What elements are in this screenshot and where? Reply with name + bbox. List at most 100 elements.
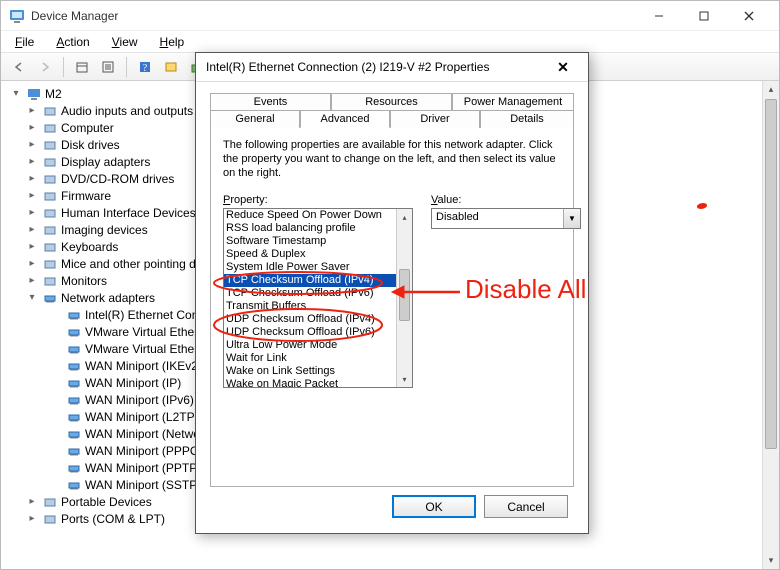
property-option[interactable]: Reduce Speed On Power Down [224,209,396,222]
chevron-down-icon[interactable]: ▾ [9,88,23,99]
properties-button[interactable] [96,55,120,79]
dm-titlebar[interactable]: Device Manager [1,1,779,31]
property-option[interactable]: TCP Checksum Offload (IPv6) [224,287,396,300]
tab-general[interactable]: General [210,110,300,128]
tabs: Events Resources Power Management Genera… [210,92,574,487]
chevron-right-icon[interactable]: ▸ [25,173,39,184]
tree-device-label: WAN Miniport (L2TP) [85,410,199,424]
property-option[interactable]: UDP Checksum Offload (IPv4) [224,313,396,326]
tree-category-label: Imaging devices [61,223,148,237]
network-adapter-icon [66,341,82,357]
maximize-button[interactable] [681,1,726,30]
back-button[interactable] [7,55,31,79]
network-adapter-icon [66,392,82,408]
tree-device-label: WAN Miniport (SSTP) [85,478,201,492]
chevron-right-icon[interactable]: ▸ [25,258,39,269]
chevron-right-icon[interactable]: ▸ [25,139,39,150]
menu-help[interactable]: Help [156,33,189,51]
value-combobox[interactable]: Disabled ▼ [431,208,581,229]
tree-device-label: WAN Miniport (IP) [85,376,181,390]
chevron-right-icon[interactable]: ▸ [25,122,39,133]
property-option[interactable]: Wake on Magic Packet [224,378,396,388]
category-icon [42,188,58,204]
network-adapter-icon [66,426,82,442]
tree-category-label: Display adapters [61,155,150,169]
chevron-right-icon[interactable]: ▸ [25,156,39,167]
property-option[interactable]: Ultra Low Power Mode [224,339,396,352]
category-icon [42,120,58,136]
show-hidden-button[interactable] [70,55,94,79]
network-icon [42,290,58,306]
chevron-right-icon[interactable]: ▸ [25,513,39,524]
scroll-thumb[interactable] [399,269,410,321]
help-button[interactable]: ? [133,55,157,79]
tree-device-label: WAN Miniport (IPv6) [85,393,194,407]
tab-events[interactable]: Events [210,93,331,110]
tab-resources[interactable]: Resources [331,93,452,110]
network-adapter-icon [66,375,82,391]
dialog-titlebar[interactable]: Intel(R) Ethernet Connection (2) I219-V … [196,53,588,82]
dialog-close-button[interactable]: ✕ [548,53,578,81]
tree-scrollbar[interactable]: ▴ ▾ [762,81,779,569]
value-selected: Disabled [432,209,563,228]
category-icon [42,494,58,510]
menu-file[interactable]: File [11,33,38,51]
scan-button[interactable] [159,55,183,79]
property-option[interactable]: Wait for Link [224,352,396,365]
tree-category-label: Audio inputs and outputs [61,104,193,118]
tree-category-label: Disk drives [61,138,120,152]
scroll-down-icon[interactable]: ▾ [763,552,779,569]
property-option[interactable]: Transmit Buffers [224,300,396,313]
minimize-button[interactable] [636,1,681,30]
ok-button[interactable]: OK [392,495,476,518]
chevron-right-icon[interactable]: ▸ [25,207,39,218]
menu-action[interactable]: Action [52,33,93,51]
cancel-button[interactable]: Cancel [484,495,568,518]
chevron-right-icon[interactable]: ▸ [25,496,39,507]
dropdown-button[interactable]: ▼ [563,209,580,228]
scroll-up-icon[interactable]: ▴ [763,81,779,98]
chevron-right-icon[interactable]: ▸ [25,275,39,286]
property-option[interactable]: UDP Checksum Offload (IPv6) [224,326,396,339]
chevron-right-icon[interactable]: ▸ [25,241,39,252]
scroll-up-icon[interactable]: ▴ [397,209,412,225]
category-icon [42,273,58,289]
property-listbox[interactable]: Reduce Speed On Power DownRSS load balan… [223,208,413,388]
tree-device-label: WAN Miniport (PPTP) [85,461,201,475]
value-label: Value: [431,194,581,206]
computer-icon [26,86,42,102]
network-adapter-icon [66,358,82,374]
chevron-right-icon[interactable]: ▸ [25,190,39,201]
tree-category-label: Computer [61,121,114,135]
property-option[interactable]: Speed & Duplex [224,248,396,261]
chevron-down-icon[interactable]: ▾ [25,292,39,303]
property-option[interactable]: Software Timestamp [224,235,396,248]
tree-category-label: DVD/CD-ROM drives [61,172,174,186]
tab-driver[interactable]: Driver [390,110,480,128]
property-option[interactable]: System Idle Power Saver [224,261,396,274]
property-option[interactable]: Wake on Link Settings [224,365,396,378]
chevron-right-icon[interactable]: ▸ [25,224,39,235]
tab-power-management[interactable]: Power Management [452,93,574,110]
scroll-thumb[interactable] [765,99,777,449]
category-icon [42,205,58,221]
chevron-right-icon[interactable]: ▸ [25,105,39,116]
category-icon [42,137,58,153]
property-option[interactable]: RSS load balancing profile [224,222,396,235]
svg-text:?: ? [143,63,148,74]
listbox-scrollbar[interactable]: ▴ ▾ [396,209,412,387]
tree-category-label: Human Interface Devices [61,206,196,220]
menu-view[interactable]: View [108,33,142,51]
network-adapter-icon [66,324,82,340]
network-adapter-icon [66,477,82,493]
property-option[interactable]: TCP Checksum Offload (IPv4) [224,274,396,287]
tab-details[interactable]: Details [480,110,574,128]
close-button[interactable] [726,1,771,30]
tab-panel-advanced: The following properties are available f… [210,127,574,487]
scroll-down-icon[interactable]: ▾ [397,371,412,387]
network-adapter-icon [66,443,82,459]
tree-root-label: M2 [45,87,62,101]
property-label: Property: [223,194,413,206]
forward-button[interactable] [33,55,57,79]
tab-advanced[interactable]: Advanced [300,110,390,128]
